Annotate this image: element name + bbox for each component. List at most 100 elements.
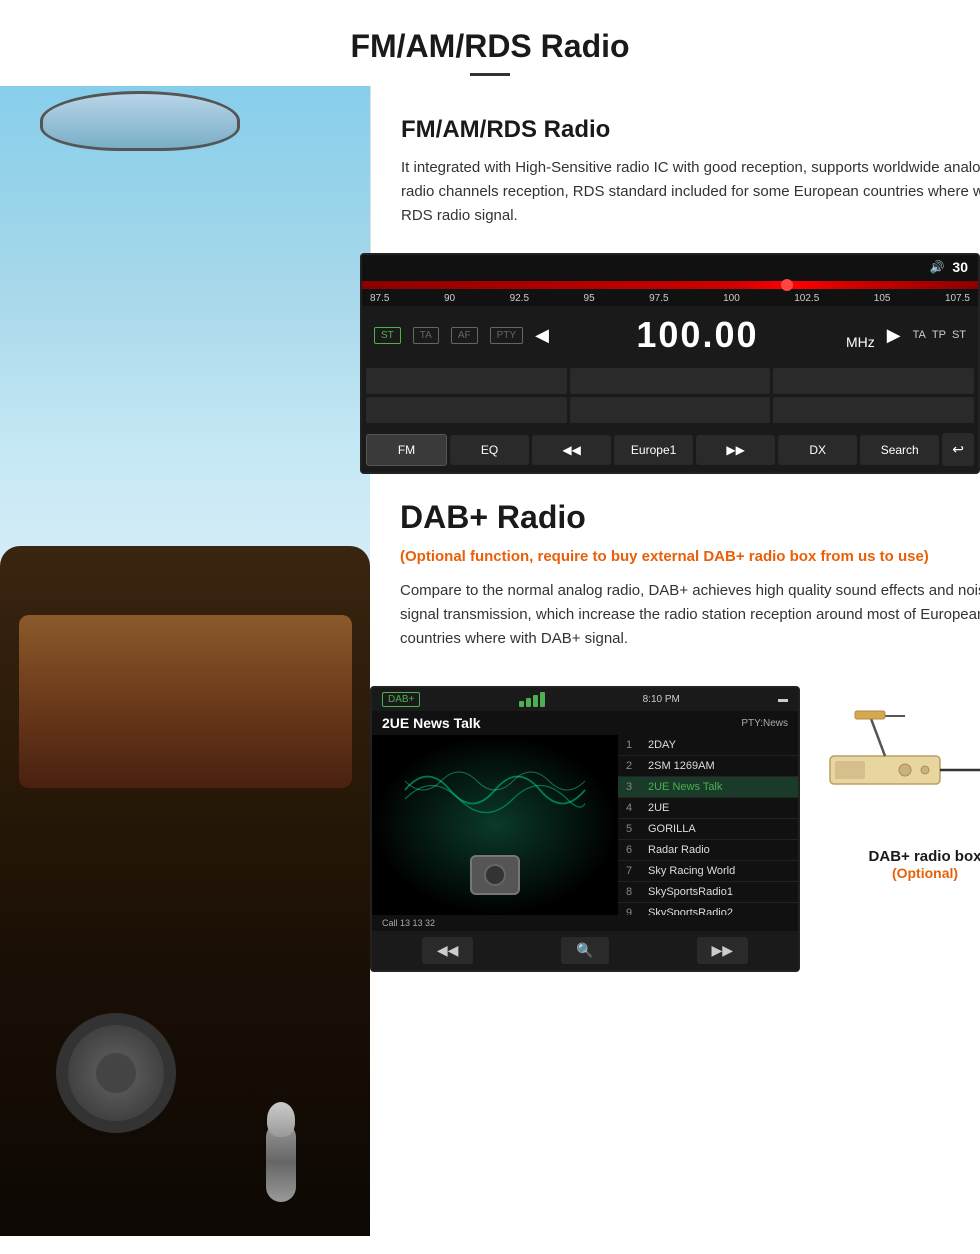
tag-ta: TA	[913, 329, 926, 341]
dab-prev-button[interactable]: ◀◀	[422, 937, 474, 964]
badge-ta[interactable]: TA	[413, 327, 439, 344]
car-image-section	[0, 86, 370, 1236]
dab-ui: DAB+ 8:10 PM ▬ 2UE News Talk PTY:News	[370, 686, 800, 972]
freq-labels: 87.5 90 92.5 95 97.5 100 102.5 105 107.5	[362, 291, 978, 306]
fm-heading: FM/AM/RDS Radio	[401, 116, 980, 144]
badge-pty[interactable]: PTY	[490, 327, 523, 344]
list-item-3[interactable]: 32UE News Talk	[618, 777, 798, 798]
dab-pty: PTY:News	[741, 718, 788, 729]
preset-btn-5[interactable]	[570, 397, 771, 423]
tag-st: ST	[952, 329, 966, 341]
radio-top-bar: 🔊 30	[362, 255, 978, 279]
back-button[interactable]: ↩	[942, 433, 974, 466]
dab-next-button[interactable]: ▶▶	[697, 937, 749, 964]
dab-box-section: DAB+ radio box (Optional)	[815, 686, 980, 881]
dab-bottom-controls: ◀◀ 🔍 ▶▶	[372, 931, 798, 970]
freq-next-button[interactable]: ▶	[887, 325, 901, 346]
dab-time: 8:10 PM	[643, 694, 680, 705]
freq-unit: MHz	[846, 334, 875, 350]
fm-description: It integrated with High-Sensitive radio …	[401, 156, 980, 228]
radio-tags: TA TP ST	[913, 329, 966, 341]
dab-station-list: 12DAY 22SM 1269AM 32UE News Talk 42UE 5G…	[618, 735, 798, 915]
dab-top-bar: DAB+ 8:10 PM ▬	[372, 688, 798, 711]
freq-label-975: 97.5	[649, 293, 668, 304]
dab-call-text: Call 13 13 32	[382, 918, 435, 928]
dab-visual	[372, 735, 618, 915]
fm-button[interactable]: FM	[366, 434, 447, 466]
prev-track-button[interactable]: ◀◀	[532, 435, 611, 465]
preset-btn-1[interactable]	[366, 368, 567, 394]
freq-label-105: 105	[874, 293, 891, 304]
list-item-8[interactable]: 8SkySportsRadio1	[618, 882, 798, 903]
dab-station-name: 2UE News Talk	[382, 715, 481, 731]
main-content: FM/AM/RDS Radio It integrated with High-…	[0, 86, 980, 1236]
europe1-button[interactable]: Europe1	[614, 435, 693, 465]
dashboard-wood	[19, 615, 352, 788]
freq-indicator	[781, 279, 793, 291]
dab-signal	[519, 692, 545, 707]
preset-btn-3[interactable]	[773, 368, 974, 394]
next-track-button[interactable]: ▶▶	[696, 435, 775, 465]
bottom-section: DAB+ 8:10 PM ▬ 2UE News Talk PTY:News	[370, 671, 980, 992]
list-item-1[interactable]: 12DAY	[618, 735, 798, 756]
preset-grid	[362, 364, 978, 427]
dab-optional-text: (Optional function, require to buy exter…	[400, 546, 980, 567]
title-underline	[470, 73, 510, 76]
preset-btn-6[interactable]	[773, 397, 974, 423]
gear-knob	[267, 1102, 295, 1137]
page-header: FM/AM/RDS Radio	[0, 0, 980, 86]
eq-button[interactable]: EQ	[450, 435, 529, 465]
dab-visual-waves	[382, 745, 608, 835]
freq-label-100: 100	[723, 293, 740, 304]
sky-area	[0, 86, 370, 604]
list-item-7[interactable]: 7Sky Racing World	[618, 861, 798, 882]
right-section: FM/AM/RDS Radio It integrated with High-…	[370, 86, 980, 1236]
dx-button[interactable]: DX	[778, 435, 857, 465]
list-item-9[interactable]: 9SkySportsRadio2	[618, 903, 798, 915]
steering-wheel	[56, 1013, 176, 1133]
badge-st[interactable]: ST	[374, 327, 401, 344]
freq-label-925: 92.5	[510, 293, 529, 304]
dab-main-area: 12DAY 22SM 1269AM 32UE News Talk 42UE 5G…	[372, 735, 798, 915]
freq-label-90: 90	[444, 293, 455, 304]
list-item-4[interactable]: 42UE	[618, 798, 798, 819]
list-item-2[interactable]: 22SM 1269AM	[618, 756, 798, 777]
radio-controls-row: ST TA AF PTY ◀ 100.00 MHz ▶ TA TP ST	[362, 306, 978, 364]
badge-af[interactable]: AF	[451, 327, 478, 344]
freq-prev-button[interactable]: ◀	[535, 325, 549, 346]
dashboard	[0, 546, 370, 1236]
dab-heading: DAB+ Radio	[400, 499, 980, 536]
rearview-mirror	[40, 91, 240, 151]
dab-description: Compare to the normal analog radio, DAB+…	[400, 579, 980, 651]
list-item-6[interactable]: 6Radar Radio	[618, 840, 798, 861]
dab-box-svg	[815, 706, 980, 836]
page-title: FM/AM/RDS Radio	[20, 28, 960, 65]
freq-label-1025: 102.5	[794, 293, 819, 304]
preset-btn-4[interactable]	[366, 397, 567, 423]
dab-camera-icon	[470, 855, 520, 895]
signal-bar-3	[533, 695, 538, 707]
dab-badge: DAB+	[382, 692, 420, 707]
signal-bar-4	[540, 692, 545, 707]
dab-section: DAB+ Radio (Optional function, require t…	[370, 474, 980, 671]
freq-label-95: 95	[584, 293, 595, 304]
signal-bar-1	[519, 701, 524, 707]
signal-bar-2	[526, 698, 531, 707]
list-item-5[interactable]: 5GORILLA	[618, 819, 798, 840]
search-button[interactable]: Search	[860, 435, 939, 465]
radio-ui-container: 🔊 30 87.5 90 92.5 95 97.5 100	[360, 253, 980, 474]
freq-display: 100.00	[561, 314, 834, 356]
dab-station-row: 2UE News Talk PTY:News	[372, 711, 798, 735]
dab-box-image	[815, 706, 980, 836]
dab-search-button[interactable]: 🔍	[561, 937, 608, 964]
preset-btn-2[interactable]	[570, 368, 771, 394]
volume-number: 30	[952, 259, 968, 275]
freq-bar-container	[362, 279, 978, 291]
freq-bar-track[interactable]	[362, 281, 978, 289]
radio-bottom-controls: FM EQ ◀◀ Europe1 ▶▶ DX Search ↩	[362, 427, 978, 472]
freq-label-1075: 107.5	[945, 293, 970, 304]
volume-icon: 🔊	[929, 260, 944, 274]
tag-tp: TP	[932, 329, 946, 341]
radio-ui: 🔊 30 87.5 90 92.5 95 97.5 100	[360, 253, 980, 474]
dab-call-bar: Call 13 13 32	[372, 915, 798, 931]
